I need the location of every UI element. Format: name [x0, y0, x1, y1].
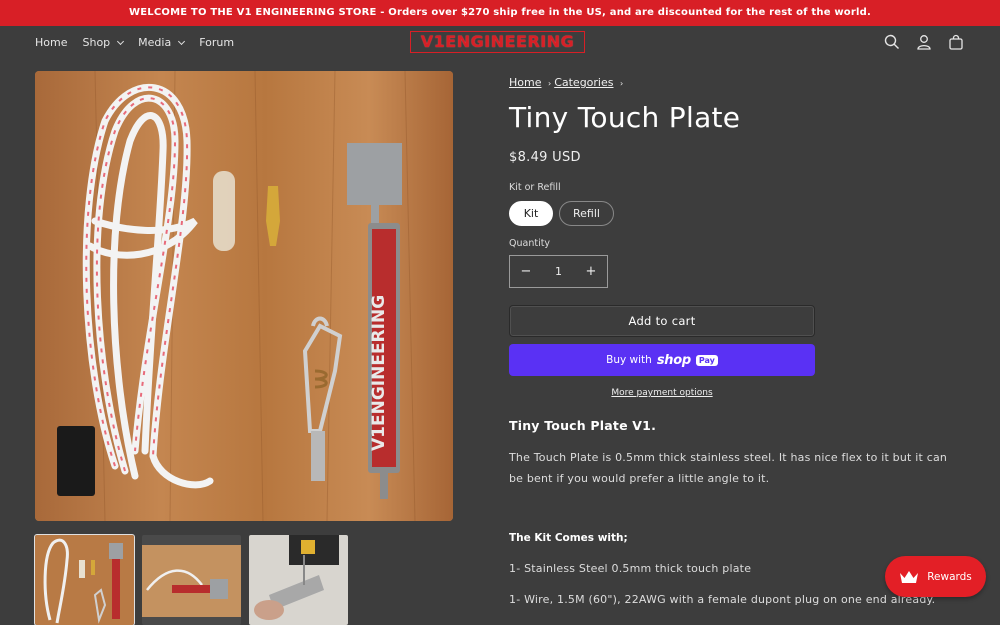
product-title: Tiny Touch Plate	[509, 101, 741, 134]
thumbnail-1[interactable]	[34, 534, 135, 625]
announcement-bold: WELCOME TO THE V1 ENGINEERING STORE	[129, 7, 377, 18]
cart-icon[interactable]	[947, 33, 965, 51]
nav-forum[interactable]: Forum	[199, 36, 234, 49]
chevron-down-icon	[117, 37, 125, 45]
quantity-stepper: − 1 +	[509, 255, 608, 288]
nav-home-label: Home	[35, 36, 68, 49]
announcement-bar: WELCOME TO THE V1 ENGINEERING STORE - Or…	[0, 0, 1000, 26]
buy-with-label: Buy with	[606, 354, 652, 366]
breadcrumb: Home › Categories ›	[509, 76, 626, 89]
nav-forum-label: Forum	[199, 36, 235, 49]
shop-pay-logo: shop	[656, 352, 691, 368]
chevron-down-icon	[178, 37, 186, 45]
announcement-text: - Orders over $270 ship free in the US, …	[376, 7, 871, 18]
description-heading: Tiny Touch Plate V1.	[509, 418, 657, 433]
quantity-decrease-button[interactable]: −	[520, 264, 532, 279]
breadcrumb-separator: ›	[619, 79, 624, 88]
nav-media[interactable]: Media	[138, 36, 186, 49]
thumbnail-3[interactable]	[249, 535, 348, 625]
add-to-cart-button[interactable]: Add to cart	[509, 305, 815, 337]
nav-media-label: Media	[138, 36, 172, 49]
more-payment-options-link[interactable]: More payment options	[509, 388, 815, 398]
rewards-label: Rewards	[927, 570, 972, 583]
main-nav: Home Shop Media Forum	[35, 36, 249, 49]
option-kit-button[interactable]: Kit	[509, 201, 553, 226]
account-icon[interactable]	[915, 33, 933, 51]
plate-engraving: V1ENGINEERING	[369, 295, 389, 451]
rewards-button[interactable]: Rewards	[885, 556, 986, 597]
quantity-label: Quantity	[509, 238, 551, 249]
kit-item: 1- Stainless Steel 0.5mm thick touch pla…	[509, 562, 752, 575]
crown-icon	[900, 570, 919, 583]
thumbnail-strip	[34, 534, 348, 625]
kit-contents-heading: The Kit Comes with;	[509, 532, 628, 544]
site-header: Home Shop Media Forum V1ENGINEERING	[0, 26, 1000, 58]
nav-shop[interactable]: Shop	[82, 36, 125, 49]
breadcrumb-separator: ›	[547, 79, 552, 88]
product-price: $8.49 USD	[509, 150, 581, 165]
quantity-increase-button[interactable]: +	[585, 264, 597, 279]
thumbnail-2[interactable]	[142, 535, 241, 625]
shop-pay-button[interactable]: Buy with shop Pay	[509, 344, 815, 376]
kit-item: 1- Wire, 1.5M (60"), 22AWG with a female…	[509, 593, 936, 606]
description-paragraph: The Touch Plate is 0.5mm thick stainless…	[509, 451, 948, 485]
search-icon[interactable]	[883, 33, 901, 51]
nav-home[interactable]: Home	[35, 36, 67, 49]
pay-badge: Pay	[695, 354, 718, 366]
logo[interactable]: V1ENGINEERING	[410, 31, 585, 53]
breadcrumb-categories[interactable]: Categories	[554, 76, 613, 89]
logo-text: V1ENGINEERING	[420, 32, 575, 51]
option-label: Kit or Refill	[509, 182, 561, 193]
quantity-input[interactable]: 1	[555, 265, 562, 278]
product-main-image[interactable]: V1ENGINEERING	[35, 71, 453, 521]
nav-shop-label: Shop	[82, 36, 111, 49]
breadcrumb-home[interactable]: Home	[509, 76, 541, 89]
header-icons	[883, 33, 965, 51]
option-refill-button[interactable]: Refill	[559, 201, 614, 226]
